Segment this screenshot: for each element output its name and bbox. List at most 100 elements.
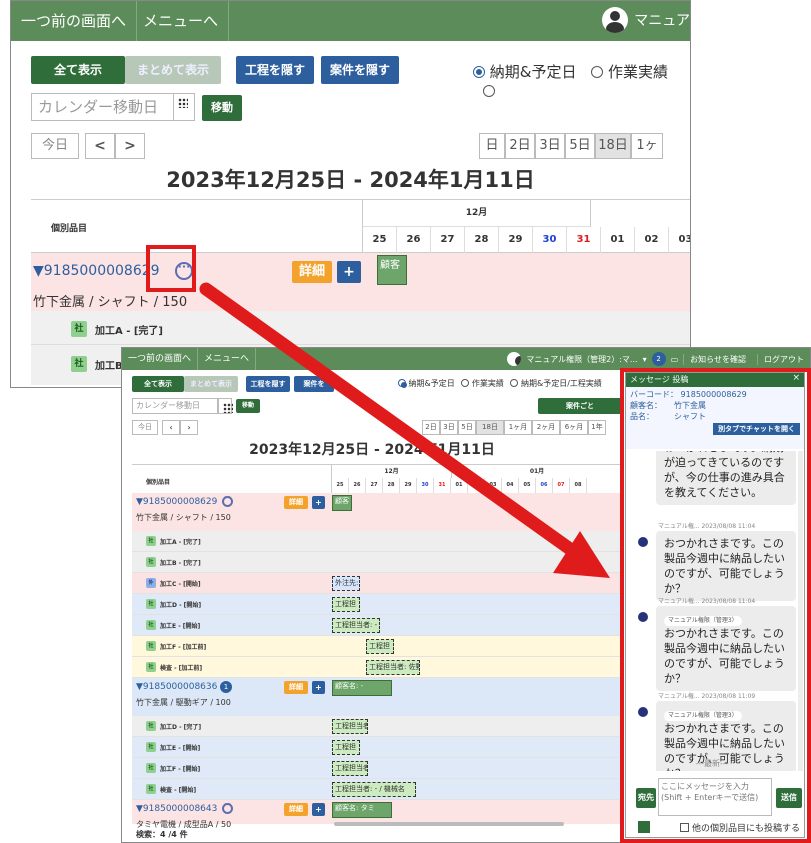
range-2d[interactable]: 2日 bbox=[505, 133, 535, 159]
comment-count-badge[interactable]: 1 bbox=[220, 681, 232, 693]
folder-icon[interactable]: ▭ bbox=[671, 355, 679, 364]
schedule-bar[interactable]: 顧客 bbox=[377, 255, 407, 285]
item-subtitle: 竹下金属 / 駆動ギア / 100 bbox=[136, 698, 231, 707]
process-label: 加工C - [開始] bbox=[160, 581, 201, 588]
prev-button[interactable]: < bbox=[85, 133, 115, 159]
user-menu[interactable]: マニュア bbox=[602, 7, 690, 33]
range-tab[interactable]: 1年 bbox=[588, 420, 606, 435]
schedule-bar[interactable]: 顧客名: タミ bbox=[332, 802, 392, 818]
back-button[interactable]: 一つ前の画面へ bbox=[122, 348, 199, 370]
process-row: 社加工E - [開始] 工程担 bbox=[132, 737, 622, 758]
radio-third[interactable] bbox=[483, 85, 495, 97]
range-tab[interactable]: 5日 bbox=[458, 420, 476, 435]
date-range-title: 2023年12月25日 - 2024年1月11日 bbox=[249, 442, 495, 458]
back-button[interactable]: 一つ前の画面へ bbox=[11, 1, 138, 41]
process-label: 加工E - [開始] bbox=[160, 623, 201, 630]
schedule-bar[interactable]: 外注先: bbox=[332, 576, 360, 591]
schedule-bar[interactable]: 工程担当者: 佐野 bbox=[366, 660, 420, 675]
range-18d[interactable]: 18日 bbox=[595, 133, 631, 159]
schedule-bar[interactable]: 工程担 bbox=[332, 597, 360, 612]
range-tab[interactable]: 3日 bbox=[440, 420, 458, 435]
process-label: 加工D - [完了] bbox=[160, 724, 202, 731]
schedule-bar[interactable]: 工程担当者: - / 機械名 bbox=[332, 782, 416, 797]
move-button[interactable]: 移動 bbox=[202, 95, 242, 121]
radio-delivery[interactable] bbox=[473, 66, 485, 78]
hide-case-button[interactable]: 案件を bbox=[294, 376, 334, 392]
radio-actual[interactable] bbox=[591, 66, 604, 78]
day-cell: 31 bbox=[567, 227, 601, 253]
dropdown-icon[interactable]: ▾ bbox=[643, 355, 647, 364]
schedule-bar[interactable]: 工程担 bbox=[366, 639, 394, 654]
calendar-date-input[interactable]: カレンダー移動日 bbox=[132, 398, 218, 414]
radio-delivery[interactable] bbox=[398, 379, 407, 388]
horizontal-scrollbar[interactable] bbox=[334, 822, 564, 826]
in-house-badge: 社 bbox=[146, 557, 156, 567]
menu-button[interactable]: メニューへ bbox=[133, 1, 230, 41]
process-row: 社加工D - [開始] 工程担 bbox=[132, 594, 622, 615]
add-button[interactable]: + bbox=[312, 681, 325, 694]
schedule-bar[interactable]: 工程担当者: bbox=[332, 761, 368, 776]
calendar-icon[interactable] bbox=[173, 93, 195, 121]
add-button[interactable]: + bbox=[312, 803, 325, 816]
chat-icon[interactable] bbox=[222, 801, 233, 814]
range-3d[interactable]: 3日 bbox=[535, 133, 565, 159]
notice-button[interactable]: お知らせを確認 bbox=[683, 353, 752, 365]
detail-button[interactable]: 詳細 bbox=[284, 496, 308, 509]
month-label: 12月 bbox=[332, 464, 452, 478]
hide-process-button[interactable]: 工程を隠す bbox=[236, 56, 314, 84]
user-name: マニュア bbox=[634, 13, 690, 29]
item-code[interactable]: ▼9185000008636 bbox=[136, 682, 217, 692]
prev-button[interactable]: ‹ bbox=[162, 420, 180, 435]
day-cell: 01 bbox=[601, 227, 635, 253]
schedule-bar[interactable]: 顧客 bbox=[332, 495, 352, 511]
column-header: 個別品目 bbox=[132, 464, 332, 493]
hide-case-button[interactable]: 案件を隠す bbox=[321, 56, 399, 84]
show-all-button[interactable]: 全て表示 bbox=[31, 56, 125, 84]
show-all-button[interactable]: 全て表示 bbox=[132, 376, 184, 392]
item-code[interactable]: ▼9185000008643 bbox=[136, 804, 217, 814]
show-grouped-button[interactable]: まとめて表示 bbox=[184, 376, 238, 392]
today-button[interactable]: 今日 bbox=[31, 133, 79, 159]
schedule-bar[interactable]: 顧客名: - bbox=[332, 680, 392, 696]
range-tab[interactable]: 6ヶ月 bbox=[560, 420, 588, 435]
schedule-bar[interactable]: 工程担当者: - bbox=[332, 618, 380, 633]
item-code[interactable]: ▼9185000008629 bbox=[33, 263, 160, 279]
by-case-button[interactable]: 案件ごと bbox=[538, 398, 622, 414]
user-menu[interactable]: マニュアル権限（管理2）:マ... ▾ 2 ▭ お知らせを確認 ログアウト bbox=[507, 352, 810, 366]
range-tab[interactable]: 1ヶ月 bbox=[504, 420, 532, 435]
notification-count[interactable]: 2 bbox=[651, 352, 666, 366]
range-5d[interactable]: 5日 bbox=[565, 133, 595, 159]
range-tab[interactable]: 2ヶ月 bbox=[532, 420, 560, 435]
range-1m[interactable]: 1ヶ bbox=[631, 133, 663, 159]
add-button[interactable]: + bbox=[337, 261, 361, 283]
item-code[interactable]: ▼9185000008629 bbox=[136, 497, 217, 507]
detail-button[interactable]: 詳細 bbox=[292, 261, 332, 283]
schedule-bar[interactable]: 工程担 bbox=[332, 740, 360, 755]
calendar-date-input[interactable]: カレンダー移動日 bbox=[31, 93, 175, 121]
schedule-bar[interactable]: 工程担当者: bbox=[332, 719, 368, 734]
process-label: 加工F - [加工前] bbox=[160, 644, 207, 651]
item-row: ▼9185000008643タミヤ電機 / 成型品A / 50詳細+顧客名: タ… bbox=[132, 800, 622, 829]
next-button[interactable]: > bbox=[115, 133, 145, 159]
radio-process[interactable] bbox=[510, 379, 519, 387]
detail-button[interactable]: 詳細 bbox=[284, 681, 308, 694]
next-button[interactable]: › bbox=[180, 420, 198, 435]
detail-button[interactable]: 詳細 bbox=[284, 803, 308, 816]
range-tab[interactable]: 2日 bbox=[422, 420, 440, 435]
chat-icon[interactable] bbox=[222, 494, 233, 507]
today-button[interactable]: 今日 bbox=[132, 420, 158, 435]
logout-button[interactable]: ログアウト bbox=[757, 353, 810, 365]
show-grouped-button[interactable]: まとめて表示 bbox=[125, 56, 221, 84]
day-cell: 28 bbox=[383, 478, 400, 493]
range-tab[interactable]: 18日 bbox=[476, 420, 504, 435]
hide-process-button[interactable]: 工程を隠す bbox=[246, 376, 290, 392]
in-house-badge: 社 bbox=[146, 536, 156, 546]
item-subtitle: 竹下金属 / シャフト / 150 bbox=[136, 513, 231, 522]
add-button[interactable]: + bbox=[312, 496, 325, 509]
calendar-icon[interactable] bbox=[218, 398, 233, 414]
move-button[interactable]: 移動 bbox=[236, 399, 260, 413]
range-day[interactable]: 日 bbox=[479, 133, 505, 159]
in-house-badge: 社 bbox=[146, 742, 156, 752]
radio-actual[interactable] bbox=[461, 379, 470, 387]
menu-button[interactable]: メニューへ bbox=[198, 348, 257, 370]
